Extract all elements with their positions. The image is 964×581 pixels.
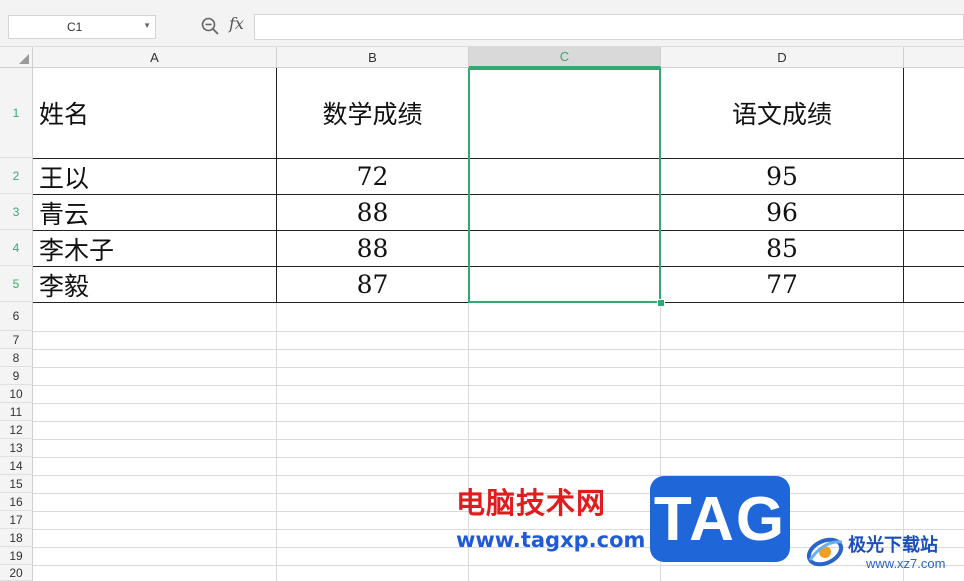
watermark-xz-name: 极光下载站	[848, 535, 938, 556]
row-header-11[interactable]: 11	[0, 403, 33, 421]
cell-b3[interactable]: 88	[277, 195, 468, 230]
row-header-15[interactable]: 15	[0, 475, 33, 493]
column-header-a[interactable]: A	[33, 47, 277, 68]
watermark-xz-url: www.xz7.com	[866, 556, 946, 571]
column-header-d[interactable]: D	[661, 47, 904, 68]
row-header-16[interactable]: 16	[0, 493, 33, 511]
gridline	[33, 439, 964, 440]
row-header-18[interactable]: 18	[0, 529, 33, 547]
cell-b4[interactable]: 88	[277, 231, 468, 266]
cell-b1[interactable]: 数学成绩	[277, 68, 468, 158]
gridline	[33, 475, 964, 476]
row-header-7[interactable]: 7	[0, 331, 33, 349]
column-header-e[interactable]	[904, 47, 964, 68]
row-header-5[interactable]: 5	[0, 266, 33, 302]
gridline	[33, 421, 964, 422]
cell-a1[interactable]: 姓名	[33, 68, 276, 158]
name-box-value: C1	[67, 20, 83, 34]
row-header-8[interactable]: 8	[0, 349, 33, 367]
tag-logo: TAG	[650, 476, 790, 562]
row-header-6[interactable]: 6	[0, 302, 33, 331]
gridline	[33, 331, 964, 332]
zoom-out-icon[interactable]	[200, 16, 220, 36]
cell-a3[interactable]: 青云	[33, 195, 276, 230]
fx-icon[interactable]: fx	[229, 14, 244, 33]
selection-range[interactable]	[468, 68, 661, 303]
cell-b5[interactable]: 87	[277, 267, 468, 302]
row-header-17[interactable]: 17	[0, 511, 33, 529]
formula-bar: C1 ▼ fx	[0, 0, 964, 47]
row-header-19[interactable]: 19	[0, 547, 33, 565]
formula-input[interactable]	[254, 14, 964, 40]
table-border	[903, 68, 904, 302]
gridline	[33, 403, 964, 404]
name-box[interactable]: C1 ▼	[8, 15, 156, 39]
row-header-12[interactable]: 12	[0, 421, 33, 439]
watermark-site-url: www.tagxp.com	[456, 528, 646, 552]
column-header-b[interactable]: B	[277, 47, 469, 68]
row-header-13[interactable]: 13	[0, 439, 33, 457]
cell-d1[interactable]: 语文成绩	[661, 68, 903, 158]
row-header-1[interactable]: 1	[0, 68, 33, 158]
cell-b2[interactable]: 72	[277, 159, 468, 194]
cell-a4[interactable]: 李木子	[33, 231, 276, 266]
gridline	[33, 367, 964, 368]
fill-handle[interactable]	[657, 299, 665, 307]
cell-a5[interactable]: 李毅	[33, 267, 276, 302]
gridline	[33, 349, 964, 350]
cell-d5[interactable]: 77	[661, 267, 903, 302]
row-header-20[interactable]: 20	[0, 565, 33, 581]
chevron-down-icon[interactable]: ▼	[143, 21, 151, 30]
row-header-10[interactable]: 10	[0, 385, 33, 403]
cell-d3[interactable]: 96	[661, 195, 903, 230]
gridline	[33, 457, 964, 458]
select-all-corner[interactable]	[0, 47, 33, 68]
cell-d4[interactable]: 85	[661, 231, 903, 266]
column-header-c[interactable]: C	[469, 47, 661, 68]
row-header-4[interactable]: 4	[0, 230, 33, 266]
row-header-2[interactable]: 2	[0, 158, 33, 194]
cell-a2[interactable]: 王以	[33, 159, 276, 194]
cell-d2[interactable]: 95	[661, 159, 903, 194]
aurora-logo-icon	[806, 537, 844, 567]
row-header-3[interactable]: 3	[0, 194, 33, 230]
row-header-14[interactable]: 14	[0, 457, 33, 475]
row-header-9[interactable]: 9	[0, 367, 33, 385]
gridline	[33, 385, 964, 386]
watermark-site-name: 电脑技术网	[456, 486, 607, 520]
